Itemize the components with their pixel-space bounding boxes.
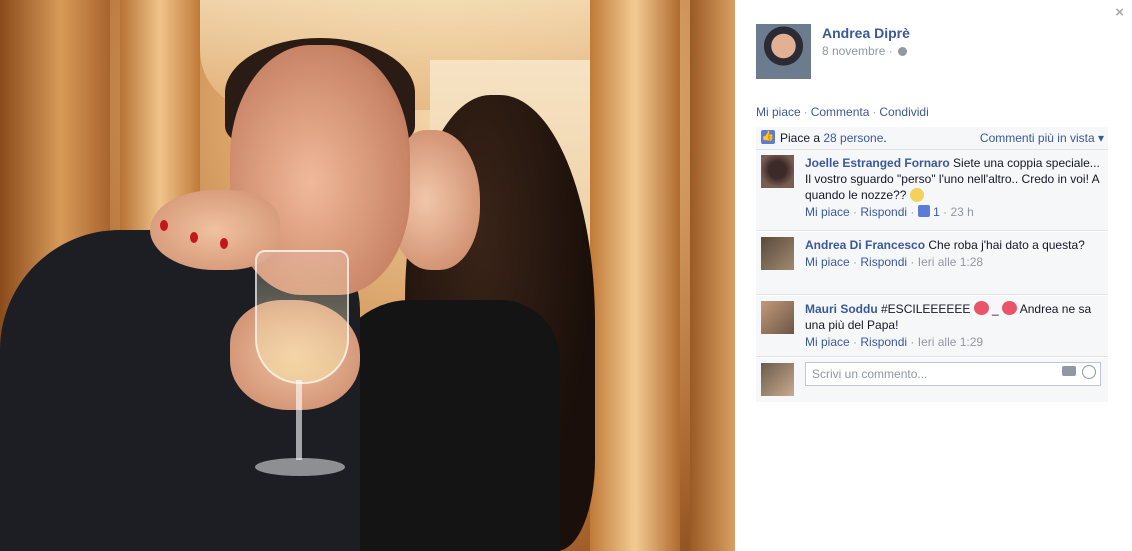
comment-item: Mauri Soddu #ESCILEEEEEE _ Andrea ne sa … — [756, 296, 1108, 357]
comment-like-link[interactable]: Mi piace — [805, 205, 850, 219]
comment-like-count[interactable]: 1 — [933, 205, 940, 219]
globe-icon[interactable] — [898, 47, 908, 56]
heart-icon — [1002, 301, 1018, 315]
comment-reply-link[interactable]: Rispondi — [860, 255, 907, 269]
comment-time[interactable]: Ieri alle 1:29 — [918, 335, 983, 349]
comment-input[interactable]: Scrivi un commento... — [805, 362, 1101, 386]
emoticon-icon[interactable] — [1082, 365, 1096, 379]
commenter-name[interactable]: Andrea Di Francesco — [805, 238, 925, 252]
post-actions: Mi piace · Commenta · Condividi — [756, 105, 929, 119]
close-icon[interactable]: × — [1115, 4, 1124, 21]
comment-composer: Scrivi un commento... — [756, 358, 1108, 402]
commenter-name[interactable]: Mauri Soddu — [805, 302, 878, 316]
commenter-name[interactable]: Joelle Estranged Fornaro — [805, 156, 950, 170]
smiley-icon — [909, 188, 924, 202]
comment-sort-dropdown[interactable]: Commenti più in vista ▾ — [980, 131, 1104, 145]
likes-count-link[interactable]: 28 persone — [823, 131, 883, 145]
thumbs-up-icon — [917, 205, 930, 217]
comment-item: Joelle Estranged Fornaro Siete una coppi… — [756, 150, 1108, 231]
thumbs-up-icon: 👍 — [761, 130, 775, 144]
photo-woman-body — [330, 300, 560, 551]
likes-summary: 👍 Piace a 28 persone. Commenti più in vi… — [756, 127, 1108, 150]
photo-pillar — [690, 0, 735, 551]
share-button[interactable]: Condividi — [879, 105, 928, 119]
comment-text: Che roba j'hai dato a questa? — [925, 238, 1085, 252]
commenter-avatar[interactable] — [761, 301, 794, 334]
post-photo[interactable] — [0, 0, 735, 551]
post-side-panel: × Andrea Diprè 8 novembre · Mi piace · Com… — [735, 0, 1132, 551]
comment-item: Andrea Di Francesco Che roba j'hai dato … — [756, 232, 1108, 295]
comment-time[interactable]: Ieri alle 1:28 — [918, 255, 983, 269]
commenter-avatar[interactable] — [761, 155, 794, 188]
comment-like-link[interactable]: Mi piace — [805, 255, 850, 269]
photo-wine-glass — [255, 250, 349, 480]
post-meta: 8 novembre · — [822, 44, 908, 58]
viewer-avatar — [761, 363, 794, 396]
comment-reply-link[interactable]: Rispondi — [860, 205, 907, 219]
comment-like-link[interactable]: Mi piace — [805, 335, 850, 349]
camera-icon[interactable] — [1062, 366, 1076, 376]
heart-icon — [973, 301, 989, 315]
author-name[interactable]: Andrea Diprè — [822, 25, 910, 41]
comment-button[interactable]: Commenta — [811, 105, 870, 119]
post-date[interactable]: 8 novembre — [822, 44, 885, 58]
commenter-avatar[interactable] — [761, 237, 794, 270]
comment-reply-link[interactable]: Rispondi — [860, 335, 907, 349]
like-button[interactable]: Mi piace — [756, 105, 801, 119]
author-avatar[interactable] — [756, 24, 811, 79]
comment-text: #ESCILEEEEEE — [877, 302, 974, 316]
photo-pillar — [590, 0, 680, 551]
comment-time[interactable]: 23 h — [950, 205, 973, 219]
